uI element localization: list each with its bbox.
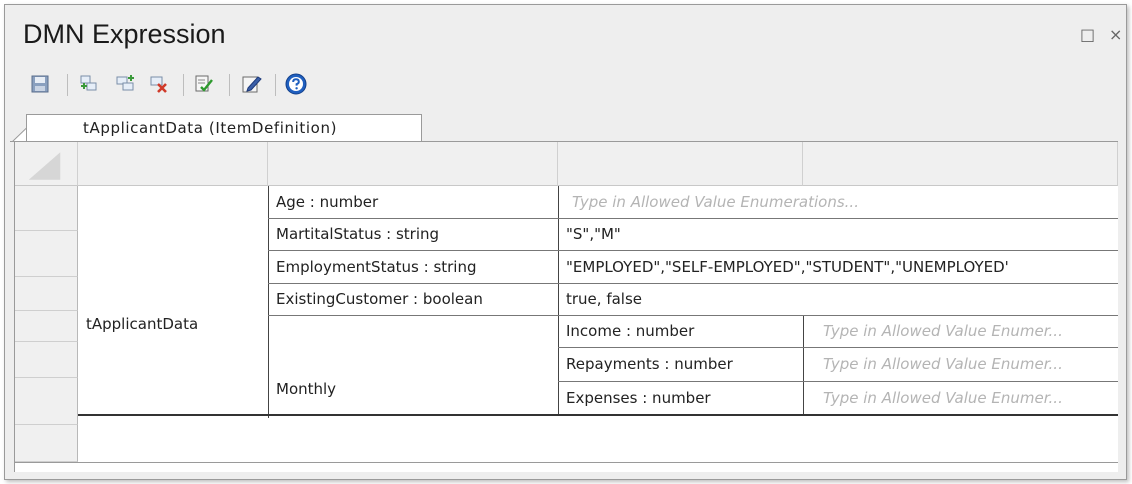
- row-header[interactable]: [15, 311, 78, 342]
- column-header[interactable]: [558, 142, 803, 186]
- tab-tapplicantdata[interactable]: tApplicantData (ItemDefinition): [26, 114, 422, 142]
- row-value-cell[interactable]: true, false: [558, 283, 1118, 315]
- insert-row-icon[interactable]: [115, 73, 137, 95]
- row-header[interactable]: [15, 277, 78, 311]
- group-row-name-cell[interactable]: Income : number: [558, 315, 803, 347]
- tab-strip: tApplicantData (ItemDefinition): [10, 110, 1118, 142]
- save-icon[interactable]: [29, 73, 51, 95]
- window-title: DMN Expression: [23, 19, 226, 49]
- row-name-cell[interactable]: MartitalStatus : string: [268, 218, 558, 250]
- column-header[interactable]: [268, 142, 558, 186]
- row-value-cell[interactable]: "EMPLOYED","SELF-EMPLOYED","STUDENT","UN…: [558, 250, 1118, 283]
- item-definition-root[interactable]: tApplicantData: [78, 186, 268, 462]
- delete-row-icon[interactable]: [149, 73, 171, 95]
- row-value-cell[interactable]: "S","M": [558, 218, 1118, 250]
- group-row-value-cell[interactable]: Type in Allowed Value Enumer...: [803, 347, 1118, 381]
- column-header[interactable]: [803, 142, 1118, 186]
- row-header[interactable]: [15, 342, 78, 378]
- row-value-cell[interactable]: Type in Allowed Value Enumerations...: [558, 186, 1118, 218]
- row-header[interactable]: [15, 425, 78, 462]
- close-icon[interactable]: ×: [1109, 27, 1122, 43]
- group-row-name-cell[interactable]: Expenses : number: [558, 381, 803, 414]
- group-row-value-cell[interactable]: Type in Allowed Value Enumer...: [803, 315, 1118, 347]
- add-row-icon[interactable]: [79, 73, 101, 95]
- group-label-cell[interactable]: Monthly: [268, 315, 558, 462]
- group-row-value-cell[interactable]: Type in Allowed Value Enumer...: [803, 381, 1118, 414]
- toolbar: [23, 67, 1113, 103]
- group-row-name-cell[interactable]: Repayments : number: [558, 347, 803, 381]
- column-header[interactable]: [78, 142, 268, 186]
- help-icon[interactable]: [285, 73, 307, 95]
- row-name-cell[interactable]: Age : number: [268, 186, 558, 218]
- row-header[interactable]: [15, 186, 78, 231]
- select-all-corner[interactable]: [15, 142, 78, 186]
- row-name-cell[interactable]: ExistingCustomer : boolean: [268, 283, 558, 315]
- row-header[interactable]: [15, 231, 78, 277]
- row-header[interactable]: [15, 378, 78, 425]
- validate-icon[interactable]: [193, 73, 215, 95]
- edit-icon[interactable]: [241, 73, 263, 95]
- maximize-icon[interactable]: □: [1080, 27, 1095, 43]
- decision-table: tApplicantData Age : number Type in Allo…: [14, 142, 1118, 472]
- row-name-cell[interactable]: EmploymentStatus : string: [268, 250, 558, 283]
